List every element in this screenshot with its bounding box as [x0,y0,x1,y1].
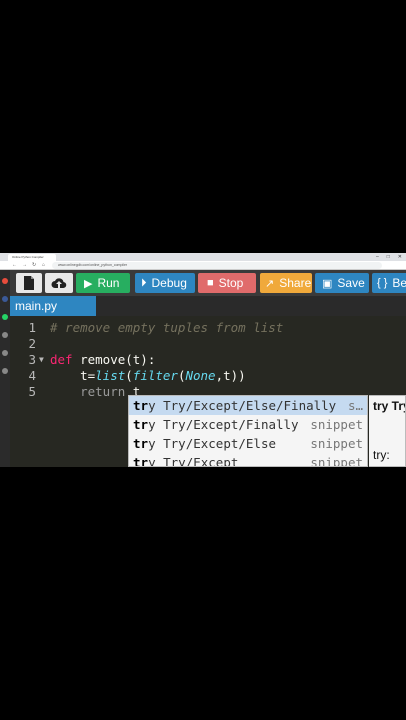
save-icon: ▣ [322,277,333,290]
address-bar-row: ← → ↻ ⌂ www.onlinegdb.com/online_python_… [0,261,406,270]
doc-body: try: [373,448,390,462]
run-button[interactable]: ▶ Run [76,273,130,293]
line-number: 3 [28,352,36,367]
close-icon[interactable]: ✕ [398,253,402,261]
back-icon[interactable]: ← [12,261,17,270]
fold-arrow-icon[interactable]: ▼ [39,352,47,368]
share-button[interactable]: ↗ Share [260,273,312,293]
reload-icon[interactable]: ↻ [32,261,36,270]
minimize-icon[interactable]: – [376,253,379,261]
history-icon[interactable] [2,350,8,356]
file-icon [24,276,34,290]
autocomplete-item[interactable]: try Try/Except snippet [129,453,367,466]
debug-button[interactable]: ⏵ Debug [135,273,195,293]
whatsapp-icon[interactable] [2,314,8,320]
compiler-toolbar: ▶ Run ⏵ Debug ■ Stop ↗ Share ▣ Save { } … [10,270,406,296]
line-number: 1 [28,320,36,335]
maximize-icon[interactable]: □ [387,253,390,261]
save-button[interactable]: ▣ Save [315,273,369,293]
beautify-button[interactable]: { } Be [372,273,406,293]
doc-title: try Try [373,399,405,413]
file-tab-main[interactable]: main.py [10,296,96,316]
browser-tab[interactable]: Online Python Compiler [8,254,56,261]
settings-icon[interactable] [2,332,8,338]
autocomplete-item[interactable]: try Try/Except/Else snippet [129,434,367,453]
line-number: 2 [28,336,36,351]
file-tab-strip: main.py [10,296,406,316]
line-number: 5 [28,384,36,399]
play-icon: ▶ [84,277,93,290]
app-icon[interactable] [2,278,8,284]
line-number: 4 [28,368,36,383]
autocomplete-doc-panel: try Try try: [369,395,406,467]
browser-tab-bar: Online Python Compiler – □ ✕ [0,253,406,261]
forward-icon[interactable]: → [22,261,27,270]
autocomplete-popup: try Try/Except/Else/Finally s… try Try/Ex… [128,395,368,467]
stop-button[interactable]: ■ Stop [198,273,256,293]
share-icon: ↗ [265,277,275,290]
code-line-4: t=list(filter(None,t)) [50,368,246,383]
side-toolbar [0,270,10,467]
autocomplete-item[interactable]: try Try/Except/Else/Finally s… [129,396,367,415]
messenger-icon[interactable] [2,296,8,302]
autocomplete-item[interactable]: try Try/Except/Finally snippet [129,415,367,434]
braces-icon: { } [377,277,388,289]
url-input[interactable]: www.onlinegdb.com/online_python_compiler [52,262,382,269]
upload-cloud-icon [51,277,67,288]
new-file-button[interactable] [16,273,42,293]
code-line-5: return t [80,384,141,399]
window-controls: – □ ✕ [376,253,402,261]
home-icon[interactable]: ⌂ [42,261,45,270]
debug-icon: ⏵ [141,276,147,289]
stop-icon: ■ [207,277,214,289]
upload-button[interactable] [45,273,73,293]
code-line-3: def remove(t): [50,352,156,367]
code-line-1: # remove empty tuples from list [50,320,284,335]
bookmark-icon[interactable] [2,368,8,374]
